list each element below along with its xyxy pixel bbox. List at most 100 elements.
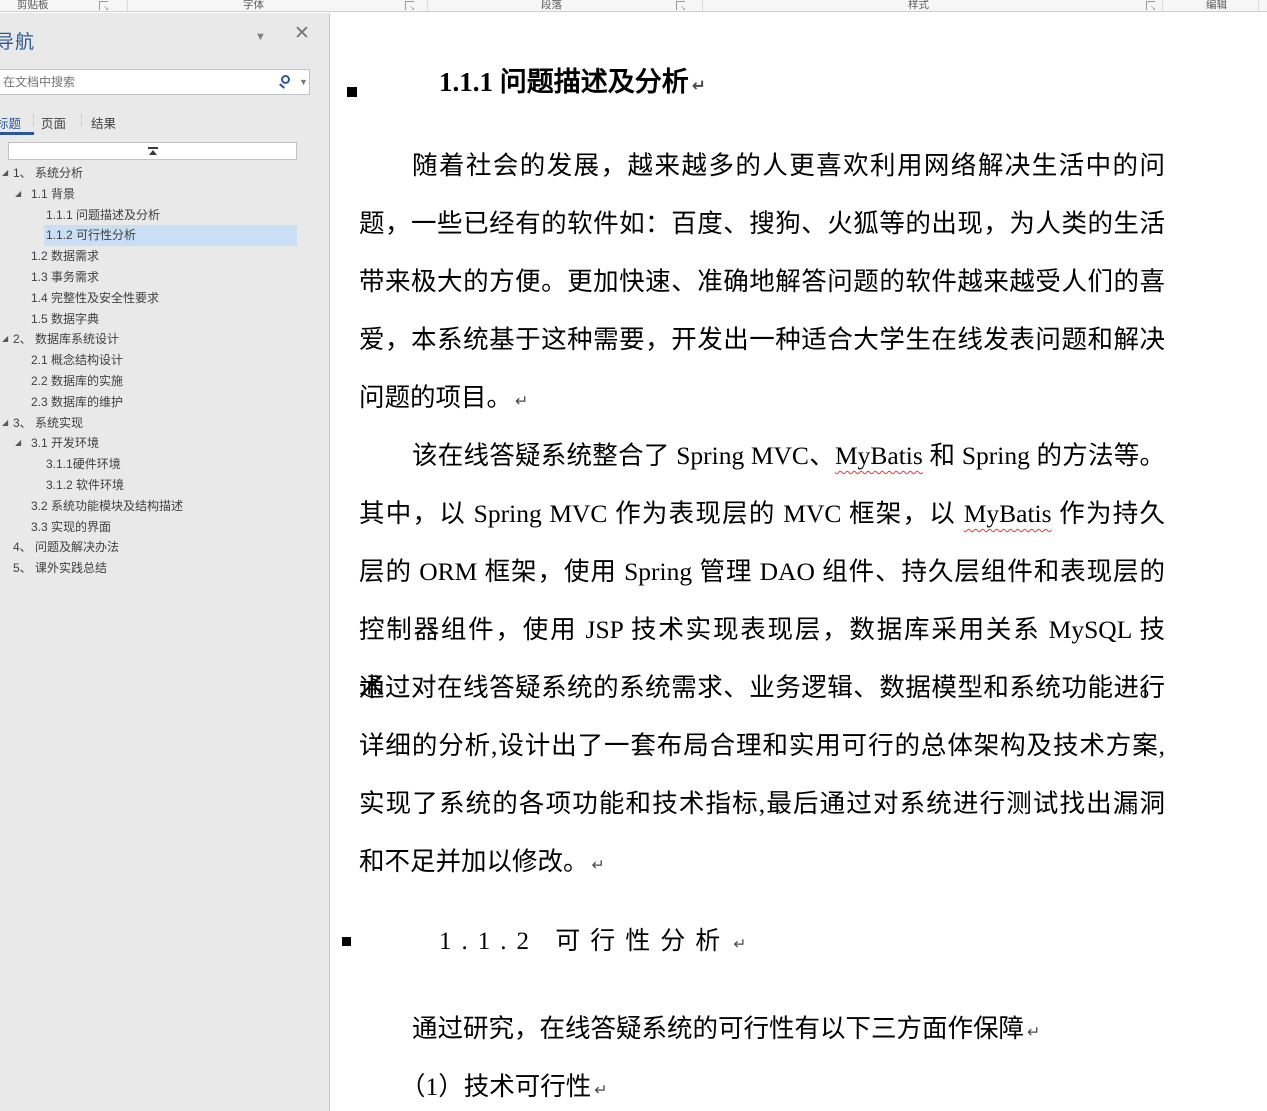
ribbon-group-editing-label: 编辑 [1206,0,1227,11]
ribbon-group-font-label: 字体 [243,0,264,11]
search-options-chevron-icon[interactable]: ▼ [299,77,308,87]
doc-line[interactable]: 该在线答疑系统整合了 Spring MVC、MyBatis 和 Spring 的… [359,427,1165,485]
doc-line[interactable]: 详细的分析,设计出了一套布局合理和实用可行的总体架构及技术方案, [359,717,1165,775]
ribbon-separator [702,0,703,11]
nav-tree-item[interactable]: ◢3.1 开发环境 [0,433,330,454]
nav-tree-item[interactable]: 1.1.1 问题描述及分析 [0,205,330,226]
nav-tree-item[interactable]: 3.1.2 软件环境 [0,475,330,496]
document-search-box[interactable]: ▼ [0,69,310,95]
tab-headings[interactable]: 标题 [0,113,21,132]
jump-to-top-icon [148,147,158,155]
nav-tree-item-label: 4、 问题及解决办法 [0,537,119,558]
ribbon-group-styles-label: 样式 [908,0,929,11]
paragraph-mark-icon: ↵ [592,855,605,874]
navigation-pane: 导航 ▼ ✕ ▼ 标题 页面 结果 ◢1、 系统分析◢1.1 背景1.1.1 问… [0,13,330,1111]
nav-tree-item-label: 3.1.1硬件环境 [0,454,121,475]
navigation-pane-options-chevron-icon[interactable]: ▼ [255,31,266,43]
nav-tree-item-label: 2.1 概念结构设计 [0,350,123,371]
nav-tree-item[interactable]: 3.1.1硬件环境 [0,454,330,475]
nav-tree-item[interactable]: 2.2 数据库的实施 [0,371,330,392]
heading-outline-marker-icon[interactable] [342,937,351,946]
spellcheck-flagged-word: MyBatis [835,441,923,470]
nav-tree-item-label: 1.2 数据需求 [0,246,99,267]
paragraph-mark-icon: ↵ [594,1080,607,1099]
nav-tree-item-label: 3.2 系统功能模块及结构描述 [0,496,183,517]
ribbon-group-clipboard-label: 剪贴板 [17,0,49,11]
nav-tree-item[interactable]: 2.3 数据库的维护 [0,392,330,413]
nav-tree-item[interactable]: 1.1.2 可行性分析 [0,225,330,246]
nav-tree-item-label: 5、 课外实践总结 [0,558,107,579]
paragraph-mark-icon: ↵ [1027,1022,1040,1041]
doc-heading: 1.1.1 问题描述及分析↵ [359,62,1165,105]
doc-line[interactable]: 随着社会的发展，越来越多的人更喜欢利用网络解决生活中的问 [359,137,1165,195]
nav-tree-item[interactable]: 1.3 事务需求 [0,267,330,288]
doc-line[interactable]: 通过研究，在线答疑系统的可行性有以下三方面作保障↵ [359,1000,1165,1058]
nav-tree-item-label: 3.3 实现的界面 [0,517,111,538]
search-icon[interactable] [281,75,290,84]
nav-tree-item-label: 1、 系统分析 [0,163,83,184]
paragraph-dialog-launcher-icon[interactable]: ↘ [676,1,685,10]
paragraph-mark-icon: ↵ [733,935,746,953]
ribbon-separator [127,0,128,11]
navigation-pane-title: 导航 [0,27,35,54]
nav-tree-item-label: 2.2 数据库的实施 [0,371,123,392]
nav-tree-item[interactable]: ◢1.1 背景 [0,184,330,205]
styles-dialog-launcher-icon[interactable]: ↘ [1146,1,1155,10]
doc-line[interactable]: 通过对在线答疑系统的系统需求、业务逻辑、数据模型和系统功能进行 [359,659,1165,717]
nav-tree-item-label: 3.1.2 软件环境 [0,475,124,496]
navigation-pane-close-icon[interactable]: ✕ [294,24,310,43]
tab-separator [81,113,82,127]
nav-tree: ◢1、 系统分析◢1.1 背景1.1.1 问题描述及分析1.1.2 可行性分析1… [0,163,330,579]
font-dialog-launcher-icon[interactable]: ↘ [405,1,414,10]
doc-line[interactable]: 爱，本系统基于这种需要，开发出一种适合大学生在线发表问题和解决 [359,311,1165,369]
nav-tree-item[interactable]: 3.2 系统功能模块及结构描述 [0,496,330,517]
doc-line[interactable]: 题，一些已经有的软件如：百度、搜狗、火狐等的出现，为人类的生活 [359,195,1165,253]
doc-line[interactable]: （1）技术可行性↵ [359,1058,1165,1111]
tab-separator [33,113,34,127]
ribbon-separator [1162,0,1163,11]
nav-tree-item[interactable]: 2.1 概念结构设计 [0,350,330,371]
doc-line[interactable]: 层的 ORM 框架，使用 Spring 管理 DAO 组件、持久层组件和表现层的 [359,543,1165,601]
doc-line[interactable]: 实现了系统的各项功能和技术指标,最后通过对系统进行测试找出漏洞 [359,775,1165,833]
nav-tree-item-label: 3.1 开发环境 [0,433,99,454]
nav-tree-item-label: 1.3 事务需求 [0,267,99,288]
doc-line[interactable]: 问题的项目。↵ [359,369,1165,427]
nav-tree-item-label: 1.5 数据字典 [0,309,99,330]
nav-tree-item[interactable]: 1.2 数据需求 [0,246,330,267]
ribbon-strip: 剪贴板 ↘ 字体 ↘ 段落 ↘ 样式 ↘ 编辑 [0,0,1267,12]
doc-line[interactable]: 带来极大的方便。更加快速、准确地解答问题的软件越来越受人们的喜 [359,253,1165,311]
doc-line[interactable]: 控制器组件，使用 JSP 技术实现表现层，数据库采用关系 MySQL 技术。 [359,601,1165,659]
nav-tree-item[interactable]: 1.5 数据字典 [0,309,330,330]
nav-tree-item[interactable]: ◢2、 数据库系统设计 [0,329,330,350]
nav-tree-item-label: 1.4 完整性及安全性要求 [0,288,159,309]
jump-to-top-control[interactable] [8,142,297,160]
doc-heading: 1.1.2 可行性分析↵ [359,922,1165,964]
nav-tree-item[interactable]: 5、 课外实践总结 [0,558,330,579]
nav-tree-item-label: 3、 系统实现 [0,413,83,434]
nav-tree-item-label: 1.1.2 可行性分析 [0,225,136,246]
nav-tree-item[interactable]: 4、 问题及解决办法 [0,537,330,558]
heading-outline-marker-icon[interactable] [347,87,357,97]
navigation-tabs: 标题 页面 结果 [0,109,330,135]
nav-tree-item[interactable]: ◢1、 系统分析 [0,163,330,184]
nav-tree-item-label: 2.3 数据库的维护 [0,392,123,413]
paragraph-mark-icon: ↵ [692,75,706,95]
ribbon-group-paragraph-label: 段落 [541,0,562,11]
active-tab-underline [0,132,34,135]
doc-line[interactable]: 其中，以 Spring MVC 作为表现层的 MVC 框架，以 MyBatis … [359,485,1165,543]
document-page[interactable]: 1.1.1 问题描述及分析↵ 随着社会的发展，越来越多的人更喜欢利用网络解决生活中… [331,13,1267,1111]
nav-tree-item[interactable]: 3.3 实现的界面 [0,517,330,538]
tab-results[interactable]: 结果 [91,113,116,132]
nav-tree-item-label: 2、 数据库系统设计 [0,329,119,350]
doc-content[interactable]: 1.1.1 问题描述及分析↵ 随着社会的发展，越来越多的人更喜欢利用网络解决生活中… [359,13,1165,1111]
tab-pages[interactable]: 页面 [41,113,66,132]
doc-line[interactable]: 和不足并加以修改。↵ [359,833,1165,891]
paragraph-mark-icon: ↵ [515,391,528,410]
nav-tree-item[interactable]: ◢3、 系统实现 [0,413,330,434]
ribbon-separator [1258,0,1259,11]
search-input[interactable] [3,71,263,93]
nav-tree-item-label: 1.1.1 问题描述及分析 [0,205,160,226]
nav-tree-item[interactable]: 1.4 完整性及安全性要求 [0,288,330,309]
clipboard-dialog-launcher-icon[interactable]: ↘ [99,1,108,10]
nav-tree-item-label: 1.1 背景 [0,184,75,205]
